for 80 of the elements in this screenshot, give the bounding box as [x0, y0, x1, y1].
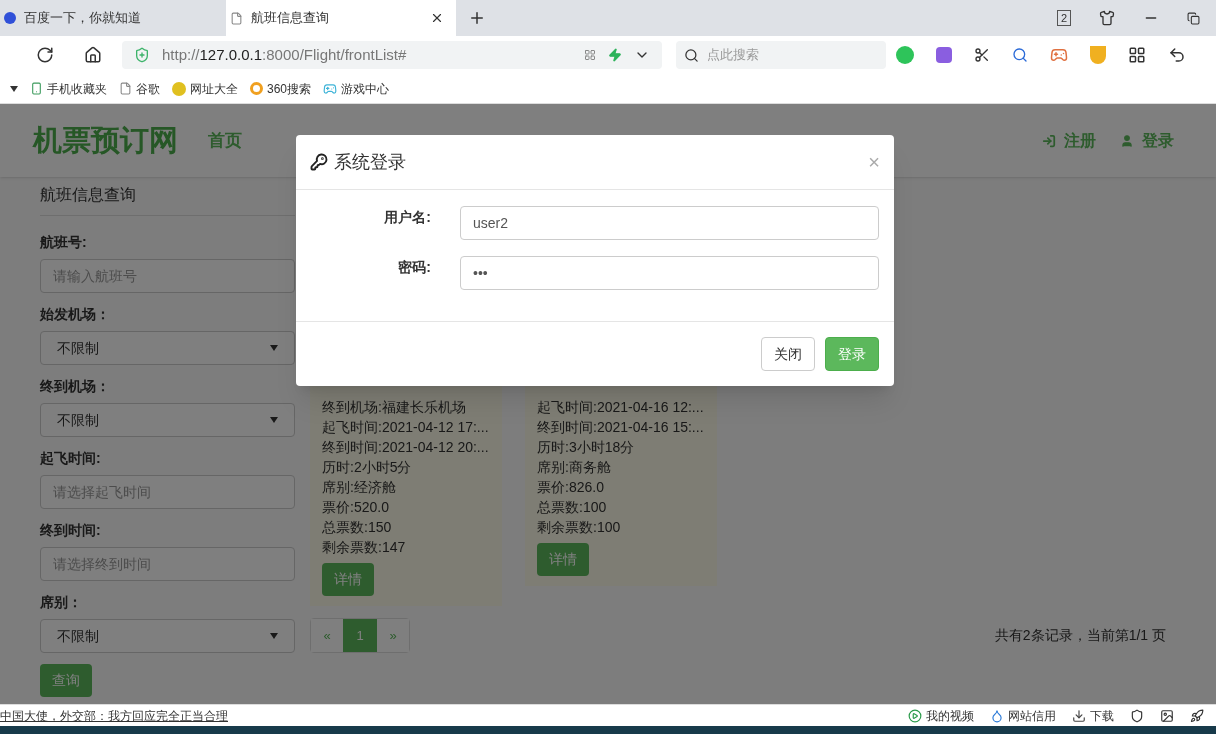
flight-info: 剩余票数:100	[537, 518, 622, 537]
page-icon	[230, 11, 243, 25]
input-field[interactable]: •••	[460, 256, 879, 290]
panel-title: 航班信息查询	[40, 183, 295, 216]
shield-icon[interactable]	[1130, 708, 1144, 723]
search-placeholder: 点此搜索	[707, 46, 759, 65]
close-icon[interactable]	[430, 11, 444, 25]
dialog-title: 系统登录	[334, 150, 407, 174]
tab-count[interactable]: 2	[1056, 10, 1071, 26]
select-field[interactable]: 不限制	[40, 619, 295, 653]
field-label: 终到机场：	[40, 377, 111, 396]
user-icon	[1120, 133, 1134, 148]
record-summary: 共有2条记录，当前第1/1 页	[994, 626, 1166, 645]
ring-icon	[250, 82, 263, 95]
flight-info: 历时:3小时18分	[537, 438, 636, 457]
flight-info: 总票数:100	[537, 498, 608, 517]
reload-icon[interactable]	[36, 46, 54, 64]
field-label: 用户名:	[383, 208, 431, 227]
key-icon	[310, 153, 328, 171]
flight-info: 终到时间:2021-04-16 15:...	[537, 418, 705, 437]
drop-icon	[990, 708, 1004, 723]
skin-icon[interactable]	[1099, 10, 1115, 26]
apps-icon[interactable]	[1128, 46, 1146, 64]
flight-info: 票价:520.0	[322, 498, 390, 517]
bookmark[interactable]: 游戏中心	[323, 79, 390, 98]
input-field[interactable]: user2	[460, 206, 879, 240]
flight-info: 历时:2小时5分	[322, 458, 413, 477]
status-item[interactable]: 网站信用	[990, 706, 1056, 725]
flight-info: 剩余票数:147	[322, 538, 407, 557]
address-bar[interactable]: http://127.0.0.1:8000/Flight/frontList#	[122, 41, 662, 69]
phone-icon	[30, 82, 43, 95]
bookmark[interactable]: 谷歌	[119, 79, 160, 98]
page-icon	[119, 82, 132, 95]
bookmark[interactable]: 网址大全	[172, 79, 238, 98]
dialog-button[interactable]: 关闭	[761, 337, 815, 371]
tab-title: 百度一下，你就知道	[24, 9, 142, 28]
magnifier-icon[interactable]	[1012, 47, 1028, 63]
search-icon	[684, 47, 699, 63]
flight-info: 起飞时间:2021-04-12 17:...	[322, 418, 490, 437]
rocket-icon[interactable]	[1190, 708, 1204, 723]
field-label: 席别：	[40, 593, 83, 612]
field-label: 终到时间:	[40, 521, 102, 540]
field-label: 始发机场：	[40, 305, 111, 324]
field-label: 起飞时间:	[40, 449, 102, 468]
tab-title: 航班信息查询	[251, 9, 330, 28]
caret-icon	[270, 633, 278, 639]
status-item[interactable]: 我的视频	[908, 706, 974, 725]
browser-tab[interactable]: 航班信息查询	[226, 0, 456, 36]
grid-icon[interactable]	[584, 49, 596, 61]
flight-info: 席别:经济舱	[322, 478, 397, 497]
play-icon	[908, 708, 922, 723]
flight-info: 终到时间:2021-04-12 20:...	[322, 438, 490, 457]
download-icon	[1072, 708, 1086, 723]
flight-info: 席别:商务舱	[537, 458, 612, 477]
flight-info: 票价:826.0	[537, 478, 605, 497]
select-field[interactable]: 不限制	[40, 331, 295, 365]
bookmark[interactable]: 手机收藏夹	[30, 79, 107, 98]
bookmark[interactable]: 360搜索	[250, 79, 312, 98]
flight-info: 总票数:150	[322, 518, 393, 537]
caret-icon	[270, 345, 278, 351]
shield-icon	[134, 47, 150, 63]
field-label: 密码:	[397, 258, 431, 277]
undo-icon[interactable]	[1168, 46, 1186, 64]
restore-icon[interactable]	[1187, 11, 1200, 25]
home-icon[interactable]	[84, 46, 102, 64]
gamepad-icon[interactable]	[1050, 46, 1068, 64]
sign-in-icon	[1042, 133, 1056, 148]
caret-icon	[10, 85, 18, 92]
image-icon[interactable]	[1160, 708, 1174, 723]
new-tab-icon[interactable]	[468, 9, 486, 27]
select-field[interactable]: 不限制	[40, 403, 295, 437]
field-label: 航班号:	[40, 233, 88, 252]
status-item[interactable]: 下载	[1072, 706, 1114, 725]
flight-info: 起飞时间:2021-04-16 12:...	[537, 398, 705, 417]
url-text: http://127.0.0.1:8000/Flight/frontList#	[162, 44, 408, 65]
caret-icon	[270, 417, 278, 423]
scissors-icon[interactable]	[974, 47, 990, 63]
flight-info: 终到机场:福建长乐机场	[322, 398, 467, 417]
game-icon	[323, 81, 338, 96]
news-link[interactable]: 中国大使，外交部：我方回应完全正当合理	[0, 706, 228, 725]
